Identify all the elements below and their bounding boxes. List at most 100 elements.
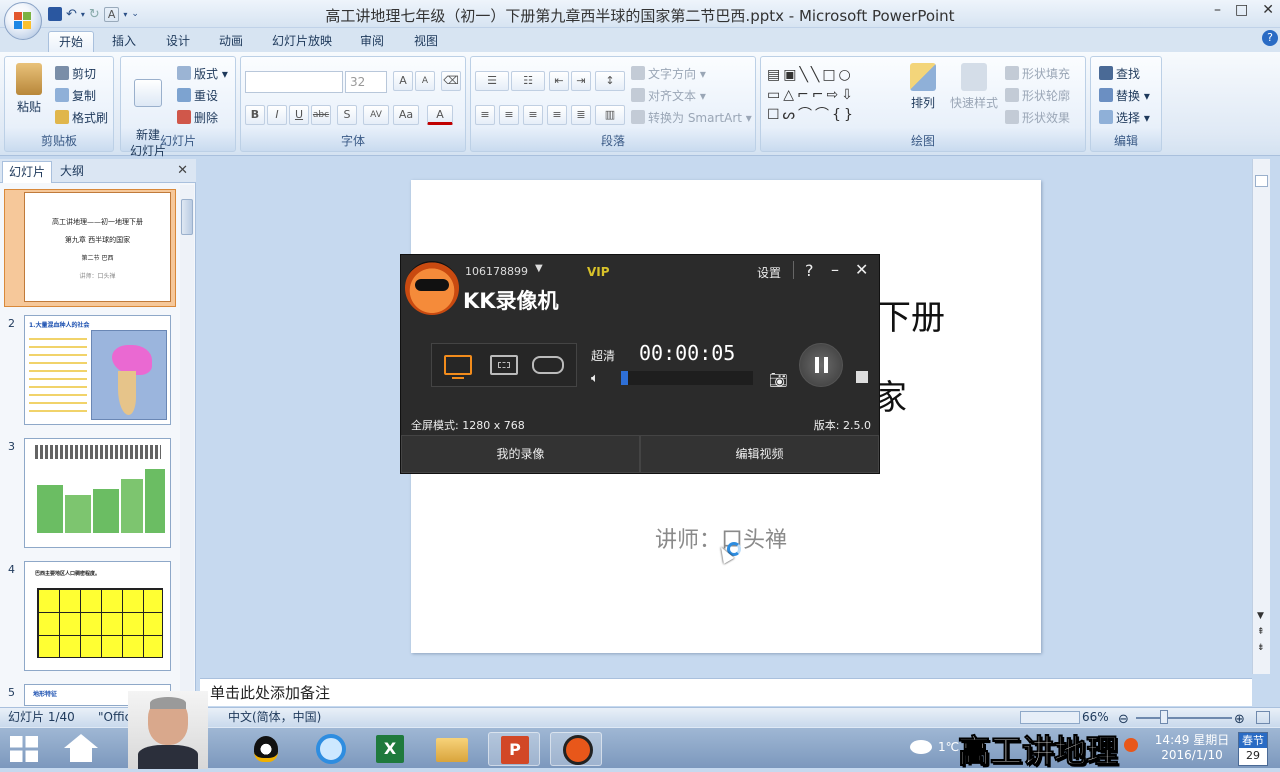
notes-pane[interactable]: 单击此处添加备注 — [200, 678, 1252, 706]
tray-icon[interactable] — [1124, 738, 1138, 752]
tab-design[interactable]: 设计 — [158, 31, 198, 52]
panel-scrollbar[interactable] — [180, 185, 194, 705]
increase-indent-button[interactable]: ⇥ — [571, 71, 591, 91]
tab-slides[interactable]: 幻灯片 — [2, 161, 53, 183]
office-button[interactable] — [4, 2, 42, 40]
tab-slideshow[interactable]: 幻灯片放映 — [266, 31, 338, 52]
minimize-button[interactable]: – — [831, 260, 839, 279]
browser-taskbar-icon[interactable] — [304, 732, 356, 766]
paste-button[interactable]: 粘贴 — [11, 63, 47, 115]
justify-button[interactable]: ≡ — [547, 105, 567, 125]
slide-scrollbar[interactable]: ▼ ⇞ ⇟ — [1252, 159, 1270, 674]
my-recordings-button[interactable]: 我的录像 — [401, 435, 640, 473]
shapes-gallery[interactable]: ▤▣╲╲□○ ▭△⌐⌐⇨⇩ ☐ᔕ⌒⌒{} — [767, 65, 893, 125]
shadow-button[interactable]: S — [337, 105, 357, 125]
slide-thumbnail[interactable]: 1.大量混血种人的社会 — [24, 315, 171, 425]
format-painter-button[interactable]: 格式刷 — [55, 109, 108, 126]
italic-button[interactable]: I — [267, 105, 287, 125]
tab-home[interactable]: 开始 — [48, 31, 94, 52]
powerpoint-taskbar-icon[interactable]: P — [488, 732, 540, 766]
kk-recorder-taskbar-icon[interactable] — [550, 732, 602, 766]
clock[interactable]: 14:49 星期日 2016/1/10 — [1152, 733, 1232, 763]
clear-format-button[interactable]: ⌫ — [441, 71, 461, 91]
close-button[interactable]: ✕ — [855, 260, 868, 279]
replace-button[interactable]: 替换 ▾ — [1099, 87, 1150, 104]
vip-badge[interactable]: VIP — [587, 265, 610, 279]
weather-cloud-icon[interactable] — [910, 740, 932, 754]
decrease-indent-button[interactable]: ⇤ — [549, 71, 569, 91]
help-icon[interactable]: ? — [1262, 30, 1278, 46]
edit-video-button[interactable]: 编辑视频 — [640, 435, 879, 473]
quality-label[interactable]: 超清 — [591, 347, 615, 364]
reset-button[interactable]: 重设 — [177, 87, 218, 104]
help-button[interactable]: ? — [805, 261, 814, 280]
font-name-combo[interactable] — [245, 71, 343, 93]
copy-button[interactable]: 复制 — [55, 87, 96, 104]
zoom-level[interactable]: 66% — [1082, 708, 1109, 727]
quick-styles-button[interactable]: 快速样式 — [947, 63, 1001, 111]
align-center-button[interactable]: ≡ — [499, 105, 519, 125]
shape-outline-button[interactable]: 形状轮廓 — [1005, 87, 1070, 104]
bold-button[interactable]: B — [245, 105, 265, 125]
minimize-button[interactable]: – — [1214, 2, 1221, 18]
line-spacing-button[interactable]: ↕ — [595, 71, 625, 91]
user-dropdown-icon[interactable]: ▼ — [535, 263, 543, 274]
numbering-button[interactable]: ☷ — [511, 71, 545, 91]
scrollbar-thumb[interactable] — [1255, 175, 1268, 187]
columns-button[interactable]: ▥ — [595, 105, 625, 125]
bullets-button[interactable]: ☰ — [475, 71, 509, 91]
char-spacing-button[interactable]: AV — [363, 105, 389, 125]
view-buttons[interactable] — [1020, 711, 1080, 724]
volume-icon[interactable]: 🔈︎ — [591, 371, 599, 386]
region-mode-icon[interactable] — [490, 355, 518, 375]
temperature[interactable]: 1℃ — [938, 740, 959, 754]
select-button[interactable]: 选择 ▾ — [1099, 109, 1150, 126]
tab-outline[interactable]: 大纲 — [54, 161, 90, 183]
underline-button[interactable]: U — [289, 105, 309, 125]
kk-user-id[interactable]: 106178899 — [465, 265, 528, 278]
tab-view[interactable]: 视图 — [406, 31, 446, 52]
start-windows-icon[interactable] — [10, 736, 38, 762]
slide-thumbnail[interactable] — [24, 438, 171, 548]
text-direction-button[interactable]: 文字方向 ▾ — [631, 65, 706, 82]
next-slide-icon[interactable]: ⇟ — [1257, 643, 1265, 653]
game-mode-icon[interactable] — [532, 356, 564, 374]
convert-smartart-button[interactable]: 转换为 SmartArt ▾ — [631, 109, 752, 126]
zoom-slider-thumb[interactable] — [1160, 710, 1168, 724]
layout-button[interactable]: 版式 ▾ — [177, 65, 228, 82]
calendar-widget[interactable]: 春节 29 — [1238, 732, 1268, 766]
font-size-combo[interactable]: 32 — [345, 71, 387, 93]
volume-meter[interactable] — [621, 371, 753, 385]
fullscreen-mode-icon[interactable] — [444, 355, 472, 379]
cut-button[interactable]: 剪切 — [55, 65, 96, 82]
close-button[interactable]: ✕ — [1262, 2, 1274, 18]
delete-slide-button[interactable]: 删除 — [177, 109, 218, 126]
fit-window-icon[interactable] — [1256, 711, 1270, 724]
align-right-button[interactable]: ≡ — [523, 105, 543, 125]
scrollbar-thumb[interactable] — [181, 199, 193, 235]
tab-insert[interactable]: 插入 — [104, 31, 144, 52]
shape-effects-button[interactable]: 形状效果 — [1005, 109, 1070, 126]
language-indicator[interactable]: 中文(简体，中国) — [228, 708, 321, 727]
grow-font-button[interactable]: A — [393, 71, 413, 91]
tab-animations[interactable]: 动画 — [211, 31, 251, 52]
slide-thumbnail[interactable]: 巴西主要地区人口稠密程度。 — [24, 561, 171, 671]
home-icon[interactable] — [64, 734, 98, 764]
distributed-button[interactable]: ≣ — [571, 105, 591, 125]
zoom-slider[interactable] — [1136, 717, 1232, 719]
excel-taskbar-icon[interactable]: X — [364, 732, 416, 766]
screenshot-camera-icon[interactable]: 📷︎ — [769, 371, 788, 389]
shrink-font-button[interactable]: A — [415, 71, 435, 91]
settings-button[interactable]: 设置 — [757, 264, 781, 281]
font-color-button[interactable]: A — [427, 105, 453, 125]
stop-button[interactable] — [856, 371, 868, 383]
qq-taskbar-icon[interactable] — [244, 732, 290, 766]
slide-thumbnail[interactable]: 高工讲地理——初一地理下册 第九章 西半球的国家 第二节 巴西 讲师：口头禅 — [24, 192, 171, 302]
prev-slide-icon[interactable]: ⇞ — [1257, 627, 1265, 637]
align-text-button[interactable]: 对齐文本 ▾ — [631, 87, 706, 104]
scroll-down-icon[interactable]: ▼ — [1257, 611, 1264, 621]
strikethrough-button[interactable]: abc — [311, 105, 331, 125]
pause-button[interactable] — [799, 343, 843, 387]
align-left-button[interactable]: ≡ — [475, 105, 495, 125]
explorer-taskbar-icon[interactable] — [426, 732, 478, 766]
